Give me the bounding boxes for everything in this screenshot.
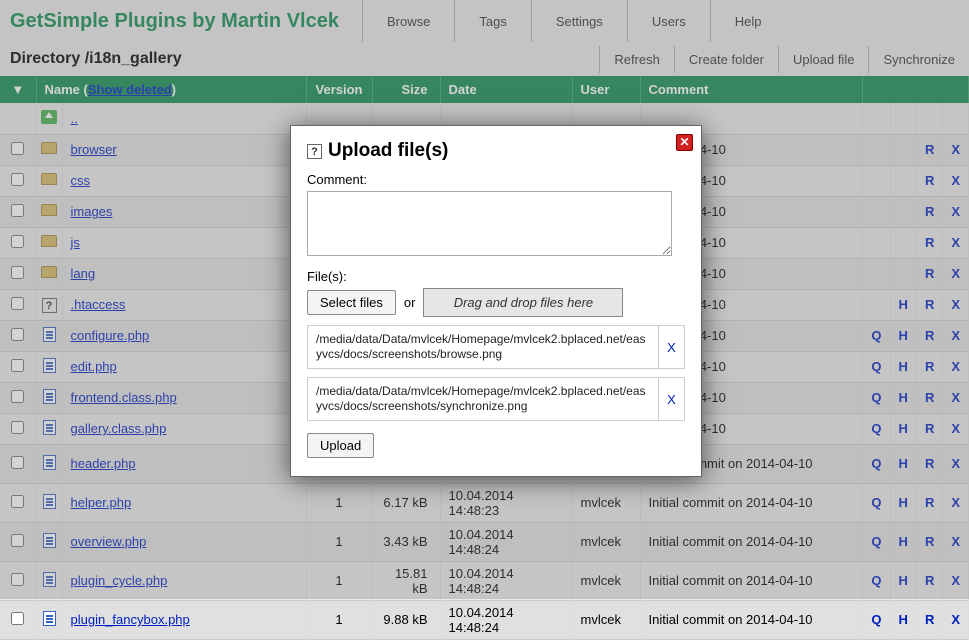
row-action-X[interactable]: X (951, 612, 960, 627)
row-action-Q[interactable]: Q (871, 612, 881, 627)
upload-button[interactable]: Upload (307, 433, 374, 458)
file-link[interactable]: plugin_fancybox.php (71, 612, 190, 627)
help-icon: ? (307, 144, 322, 159)
file-icon (43, 611, 56, 626)
row-checkbox[interactable] (11, 612, 24, 625)
dropzone[interactable]: Drag and drop files here (423, 288, 623, 317)
comment-textarea[interactable] (307, 191, 672, 256)
select-files-button[interactable]: Select files (307, 290, 396, 315)
dialog-title: ? Upload file(s) (307, 140, 685, 162)
table-row: plugin_fancybox.php19.88 kB10.04.2014 14… (0, 600, 969, 639)
upload-dialog: ✕ ? Upload file(s) Comment: File(s): Sel… (290, 125, 702, 477)
file-path: /media/data/Data/mvlcek/Homepage/mvlcek2… (308, 378, 658, 420)
close-icon[interactable]: ✕ (676, 134, 693, 151)
or-text: or (404, 295, 416, 310)
selected-file-1: /media/data/Data/mvlcek/Homepage/mvlcek2… (307, 325, 685, 369)
remove-file-button[interactable]: X (658, 326, 684, 368)
file-path: /media/data/Data/mvlcek/Homepage/mvlcek2… (308, 326, 658, 368)
comment-label: Comment: (307, 172, 685, 187)
files-label: File(s): (307, 269, 685, 284)
remove-file-button[interactable]: X (658, 378, 684, 420)
row-action-H[interactable]: H (899, 612, 908, 627)
selected-file-2: /media/data/Data/mvlcek/Homepage/mvlcek2… (307, 377, 685, 421)
row-action-R[interactable]: R (925, 612, 934, 627)
